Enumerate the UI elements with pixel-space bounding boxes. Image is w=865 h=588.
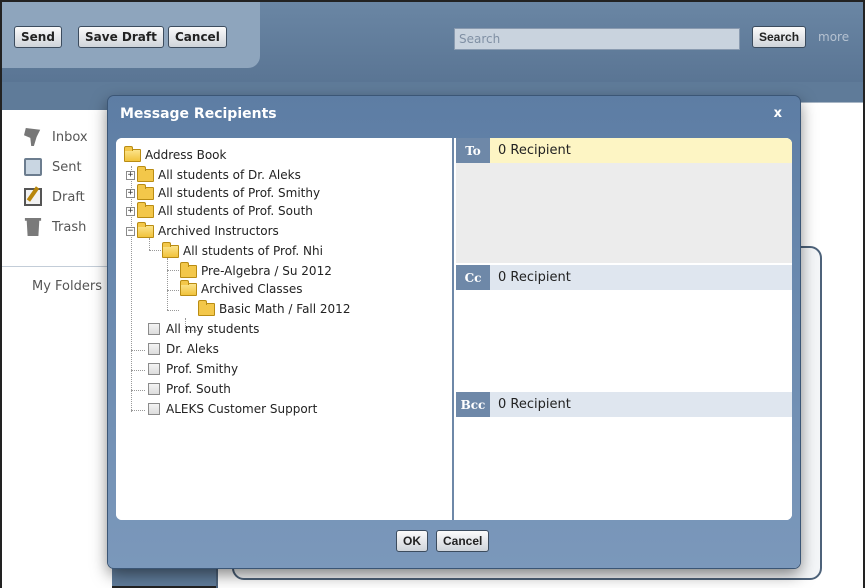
checkbox[interactable] bbox=[148, 363, 160, 375]
dialog-body: Address Book + All students of Dr. Aleks… bbox=[116, 138, 792, 520]
to-header[interactable]: To 0 Recipient bbox=[456, 138, 792, 163]
my-folders-section: My Folders bbox=[2, 266, 112, 588]
tree-item-group[interactable]: + All students of Dr. Aleks bbox=[126, 165, 301, 184]
tree-item-checkable[interactable]: Prof. South bbox=[148, 380, 231, 398]
tree-connector bbox=[167, 270, 179, 271]
tree-item-label: Pre-Algebra / Su 2012 bbox=[201, 264, 332, 278]
tree-item-archived-course[interactable]: Basic Math / Fall 2012 bbox=[198, 299, 351, 318]
draft-icon bbox=[24, 188, 42, 206]
to-recipient-list[interactable] bbox=[456, 163, 792, 263]
tree-connector bbox=[131, 410, 145, 411]
sidebar-item-label: Draft bbox=[52, 189, 85, 205]
tree-item-instructor[interactable]: All students of Prof. Nhi bbox=[162, 241, 323, 260]
dialog-footer: OK Cancel bbox=[108, 526, 800, 560]
search-input[interactable]: Search bbox=[454, 28, 740, 50]
tree-item-archived-classes[interactable]: Archived Classes bbox=[180, 279, 303, 298]
search-button[interactable]: Search bbox=[752, 26, 807, 48]
to-tag: To bbox=[456, 138, 490, 163]
sidebar-item-label: Inbox bbox=[52, 129, 88, 145]
ok-button[interactable]: OK bbox=[396, 530, 428, 552]
to-count: 0 Recipient bbox=[498, 143, 571, 158]
cc-count: 0 Recipient bbox=[498, 270, 571, 285]
dialog-cancel-button[interactable]: Cancel bbox=[436, 530, 490, 552]
tree-item-label: All my students bbox=[166, 322, 260, 336]
collapse-icon[interactable]: − bbox=[126, 226, 135, 236]
bcc-header[interactable]: Bcc 0 Recipient bbox=[456, 392, 792, 417]
dialog-title: Message Recipients bbox=[120, 106, 277, 122]
tree-item-label: All students of Prof. South bbox=[158, 204, 313, 218]
toolbar: Send Save Draft Cancel Search Search mor… bbox=[2, 2, 863, 82]
bcc-tag: Bcc bbox=[456, 392, 490, 417]
bcc-count: 0 Recipient bbox=[498, 397, 571, 412]
sidebar-item-label: Trash bbox=[52, 219, 87, 235]
checkbox[interactable] bbox=[148, 403, 160, 415]
cc-recipient-list[interactable] bbox=[456, 290, 792, 390]
address-book-tree: Address Book + All students of Dr. Aleks… bbox=[116, 138, 454, 520]
tree-connector bbox=[167, 310, 179, 311]
message-recipients-dialog: Message Recipients x Address Book + All … bbox=[108, 96, 800, 568]
expand-icon[interactable]: + bbox=[126, 188, 135, 198]
recipient-pane: To 0 Recipient Cc 0 Recipient Bcc 0 Reci… bbox=[456, 138, 792, 520]
inbox-icon bbox=[24, 128, 41, 146]
tree-connector bbox=[131, 350, 145, 351]
sidebar-item-sent[interactable]: Sent bbox=[24, 156, 82, 178]
tree-item-group[interactable]: + All students of Prof. South bbox=[126, 201, 313, 220]
expand-icon[interactable]: + bbox=[126, 170, 135, 180]
cc-tag: Cc bbox=[456, 265, 490, 290]
cancel-button[interactable]: Cancel bbox=[168, 26, 227, 48]
tree-item-label: Prof. Smithy bbox=[166, 362, 239, 376]
send-button[interactable]: Send bbox=[14, 26, 62, 48]
tree-item-label: Prof. South bbox=[166, 382, 231, 396]
folder-icon bbox=[137, 183, 154, 200]
tree-item-checkable[interactable]: ALEKS Customer Support bbox=[148, 400, 317, 418]
sidebar-item-draft[interactable]: Draft bbox=[24, 186, 85, 208]
sidebar-item-trash[interactable]: Trash bbox=[24, 216, 86, 238]
sidebar-item-label: Sent bbox=[52, 159, 82, 175]
tree-item-label: Basic Math / Fall 2012 bbox=[219, 302, 351, 316]
tree-item-group[interactable]: + All students of Prof. Smithy bbox=[126, 183, 321, 202]
folder-icon bbox=[198, 299, 215, 316]
tree-item-address-book[interactable]: Address Book bbox=[124, 145, 227, 164]
sent-icon bbox=[24, 158, 42, 176]
expand-icon[interactable]: + bbox=[126, 206, 135, 216]
folder-open-icon bbox=[124, 145, 141, 162]
bcc-recipient-list[interactable] bbox=[456, 417, 792, 520]
cc-header[interactable]: Cc 0 Recipient bbox=[456, 265, 792, 290]
tree-item-label: Dr. Aleks bbox=[166, 342, 219, 356]
tree-item-label: All students of Dr. Aleks bbox=[158, 168, 301, 182]
tree-item-label: ALEKS Customer Support bbox=[166, 402, 318, 416]
sidebar-item-inbox[interactable]: Inbox bbox=[24, 126, 88, 148]
tree-item-checkable[interactable]: All my students bbox=[148, 320, 259, 338]
trash-icon bbox=[24, 218, 42, 236]
tree-item-checkable[interactable]: Prof. Smithy bbox=[148, 360, 238, 378]
tree-item-checkable[interactable]: Dr. Aleks bbox=[148, 340, 219, 358]
tree-connector bbox=[131, 390, 145, 391]
folder-open-icon bbox=[137, 221, 154, 238]
my-folders-label[interactable]: My Folders bbox=[32, 279, 102, 294]
tree-connector bbox=[131, 370, 145, 371]
save-draft-button[interactable]: Save Draft bbox=[78, 26, 164, 48]
checkbox[interactable] bbox=[148, 383, 160, 395]
checkbox[interactable] bbox=[148, 323, 160, 335]
tree-item-label: Address Book bbox=[145, 148, 227, 162]
folder-icon bbox=[180, 261, 197, 278]
more-link[interactable]: more bbox=[818, 30, 849, 44]
folder-icon bbox=[137, 165, 154, 182]
folder-icon bbox=[137, 201, 154, 218]
folder-open-icon bbox=[162, 241, 179, 258]
tree-connector bbox=[167, 258, 168, 310]
folder-open-icon bbox=[180, 279, 197, 296]
tree-connector bbox=[149, 250, 161, 251]
tree-item-label: All students of Prof. Smithy bbox=[158, 186, 321, 200]
tree-item-label: Archived Classes bbox=[201, 282, 303, 296]
mail-sidebar: Inbox Sent Draft Trash My Folders bbox=[2, 110, 112, 588]
tree-connector bbox=[167, 290, 179, 291]
tree-item-course[interactable]: Pre-Algebra / Su 2012 bbox=[180, 261, 332, 280]
checkbox[interactable] bbox=[148, 343, 160, 355]
tree-item-archived-instructors[interactable]: − Archived Instructors bbox=[126, 221, 279, 240]
tree-item-label: Archived Instructors bbox=[158, 224, 279, 238]
tree-item-label: All students of Prof. Nhi bbox=[183, 244, 323, 258]
close-icon[interactable]: x bbox=[774, 106, 782, 121]
